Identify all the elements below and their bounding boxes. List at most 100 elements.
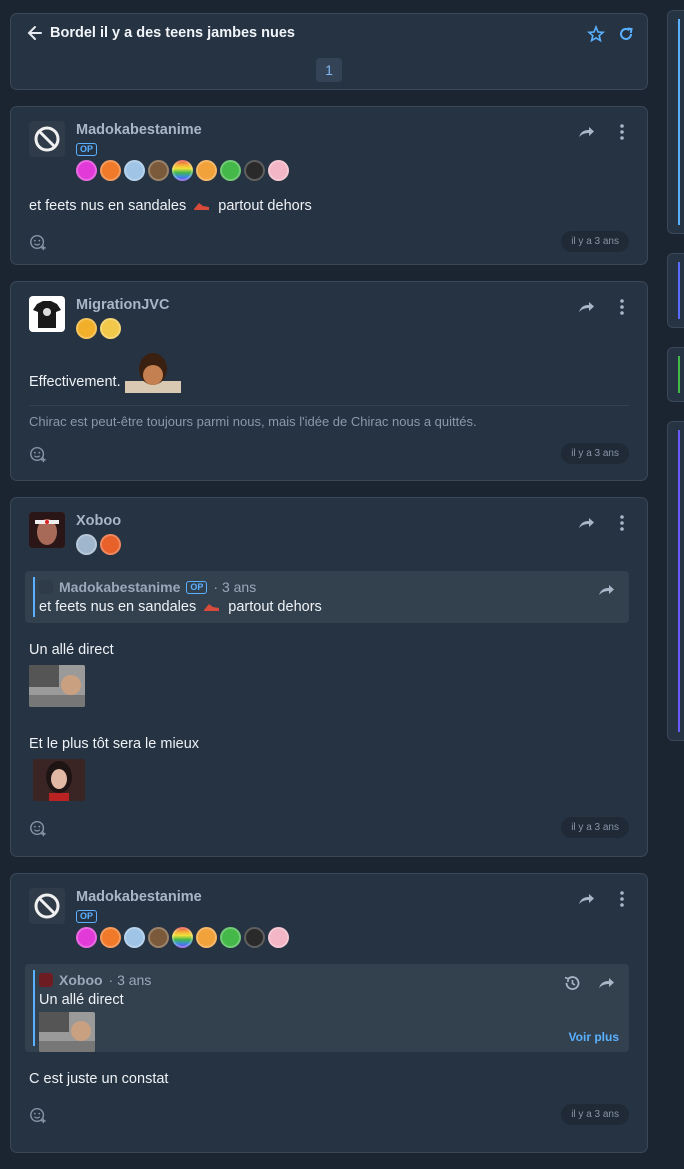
post-header: Madokabestanime OP [29,888,629,948]
post-header: Madokabestanime OP [29,121,629,181]
image-thumbnail[interactable] [39,1012,95,1052]
op-badge: OP [186,580,208,594]
quote-header: Madokabestanime OP · 3 ans [39,579,617,595]
badge-icon [220,927,241,948]
quote-avatar [39,973,53,987]
post-signature: Chirac est peut-être toujours parmi nous… [29,405,629,429]
post-card: Madokabestanime OP [10,106,648,265]
quote-author[interactable]: Xoboo [59,972,103,988]
post-footer: il y a 3 ans [29,443,629,464]
badge-icon [244,927,265,948]
post-text: C est juste un constat [29,1071,169,1087]
post-actions [577,890,631,908]
share-icon[interactable] [597,974,615,992]
avatar[interactable] [29,888,65,924]
author-name[interactable]: Xoboo [76,512,121,530]
badge-icon [76,534,97,555]
sticker-image [124,353,181,393]
badge-icon [148,927,169,948]
share-icon[interactable] [577,890,595,908]
badge-icon [244,160,265,181]
badge-icon [172,927,193,948]
quoted-post[interactable]: Madokabestanime OP · 3 ans et feets nus … [25,571,629,623]
post-header: Xoboo [29,512,629,555]
post-card: MigrationJVC Effectivement. Chirac est p… [10,281,648,481]
post-text-line: Et le plus tôt sera le mieux [29,736,200,752]
image-thumbnail[interactable] [29,665,85,707]
quote-text-end: partout dehors [228,599,322,615]
author-name[interactable]: Madokabestanime [76,121,289,139]
side-panel[interactable] [667,421,684,741]
side-panel-accent [678,430,680,732]
badge-icon [76,318,97,339]
post-actions [577,298,631,316]
more-vertical-icon[interactable] [613,890,631,908]
topic-feed: Bordel il y a des teens jambes nues 1 Ma… [10,13,648,1169]
badge-icon [172,160,193,181]
badge-icon [268,160,289,181]
badge-icon [100,160,121,181]
quote-actions [597,581,615,599]
show-more-link[interactable]: Voir plus [569,1030,619,1044]
quote-text-start: et feets nus en sandales [39,599,197,615]
post-footer: il y a 3 ans [29,231,629,252]
share-icon[interactable] [597,581,615,599]
post-text-line: Un allé direct [29,642,114,658]
post-text: Effectivement. [29,374,121,390]
post-meta: MigrationJVC [76,296,169,339]
post-card: Madokabestanime OP [10,873,648,1153]
arrow-left-icon[interactable] [25,24,43,42]
op-badge: OP [76,910,98,923]
side-panel[interactable] [667,347,684,402]
page-title: Bordel il y a des teens jambes nues [50,25,295,41]
post-body: Un allé direct Et le plus tôt sera le mi… [29,639,629,801]
avatar[interactable] [29,296,65,332]
side-panel[interactable] [667,10,684,234]
post-time: il y a 3 ans [561,1104,629,1125]
add-reaction-icon[interactable] [29,819,47,837]
add-reaction-icon[interactable] [29,1106,47,1124]
badge-list [76,160,289,181]
badge-icon [268,927,289,948]
image-thumbnail[interactable] [33,759,85,801]
quote-actions [563,974,615,992]
add-reaction-icon[interactable] [29,233,47,251]
post-card: Xoboo Madokabestanime OP · 3 ans et feet… [10,497,648,857]
more-vertical-icon[interactable] [613,298,631,316]
post-header: MigrationJVC [29,296,629,339]
share-icon[interactable] [577,298,595,316]
post-text: et feets nus en sandales [29,198,187,214]
avatar[interactable] [29,512,65,548]
history-icon[interactable] [563,974,581,992]
share-icon[interactable] [577,123,595,141]
more-vertical-icon[interactable] [613,514,631,532]
star-icon[interactable] [587,25,605,43]
author-name[interactable]: MigrationJVC [76,296,169,314]
author-name[interactable]: Madokabestanime [76,888,289,906]
badge-list [76,534,121,555]
quote-author[interactable]: Madokabestanime [59,579,180,595]
avatar[interactable] [29,121,65,157]
post-time: il y a 3 ans [561,231,629,252]
post-time: il y a 3 ans [561,817,629,838]
refresh-icon[interactable] [617,25,635,43]
badge-icon [100,927,121,948]
badge-icon [100,318,121,339]
post-actions [577,123,631,141]
side-panel[interactable] [667,253,684,328]
post-meta: Xoboo [76,512,121,555]
headband-avatar-icon [29,512,65,548]
share-icon[interactable] [577,514,595,532]
banned-icon [34,126,60,152]
topic-actions [587,25,635,43]
more-vertical-icon[interactable] [613,123,631,141]
side-panel-accent [678,356,680,393]
side-panel-accent [678,19,680,225]
badge-icon [76,927,97,948]
post-footer: il y a 3 ans [29,1104,629,1125]
post-text-end: partout dehors [218,198,312,214]
page-number-button[interactable]: 1 [316,58,342,82]
add-reaction-icon[interactable] [29,445,47,463]
quote-avatar [39,580,53,594]
quoted-post[interactable]: Xoboo · 3 ans Un allé direct Voir plus [25,964,629,1052]
